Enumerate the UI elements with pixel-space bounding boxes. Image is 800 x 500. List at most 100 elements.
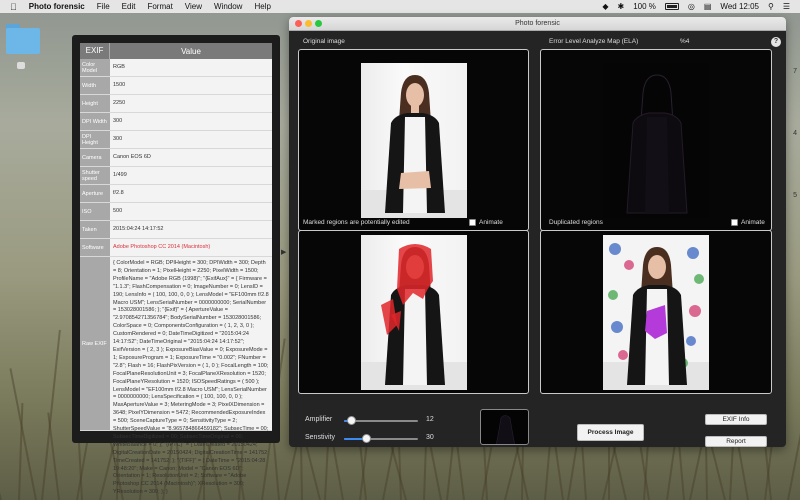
table-row[interactable]: Aperture f/2.8 (80, 185, 272, 203)
window-titlebar[interactable]: Photo forensic (289, 17, 786, 31)
bluetooth-icon[interactable]: ✱ (617, 2, 624, 11)
exif-drawer: EXIF Value Color Model RGB Width 1500 He… (72, 35, 280, 495)
table-row[interactable]: Width 1500 (80, 77, 272, 95)
sensitivity-value: 30 (426, 434, 434, 441)
original-image-label: Original image (303, 38, 345, 45)
value-column-header[interactable]: Value (110, 47, 272, 56)
wifi-icon[interactable]: ◎ (688, 2, 695, 11)
amplifier-slider-knob[interactable] (347, 416, 356, 425)
menu-window[interactable]: Window (214, 2, 242, 11)
exif-key: Aperture (80, 185, 110, 202)
ela-percent: %4 (680, 38, 690, 45)
dropbox-icon[interactable]: ◆ (602, 2, 608, 11)
apple-icon[interactable]:  (10, 2, 17, 12)
exif-info-button[interactable]: EXIF Info (705, 414, 767, 425)
duplicated-regions-label: Duplicated regions (549, 219, 603, 226)
exif-key: Software (80, 239, 110, 256)
exif-key: Raw EXIF (80, 257, 110, 430)
menu-file[interactable]: File (97, 2, 110, 11)
ela-photo (603, 62, 709, 218)
table-row[interactable]: Camera Canon EOS 6D (80, 149, 272, 167)
exif-value: 500 (110, 203, 272, 220)
offscreen-text-fragment: 4 (793, 130, 797, 137)
exif-value: 2015:04:24 14:17:52 (110, 221, 272, 238)
table-row[interactable]: DPI Width 300 (80, 113, 272, 131)
exif-value: 1/499 (110, 167, 272, 184)
menu-format[interactable]: Format (147, 2, 172, 11)
exif-value: 1500 (110, 77, 272, 94)
process-image-button[interactable]: Process Image (577, 424, 644, 441)
original-image-panel[interactable] (298, 49, 529, 231)
exif-key: DPI Height (80, 131, 110, 148)
duplicated-regions-panel[interactable] (540, 230, 772, 394)
exif-key: Color Model (80, 59, 110, 76)
table-row[interactable]: Height 2250 (80, 95, 272, 113)
menu-view[interactable]: View (185, 2, 202, 11)
exif-value: 300 (110, 131, 272, 148)
animate-marked-checkbox[interactable] (469, 219, 476, 226)
exif-key: ISO (80, 203, 110, 220)
ela-preview-thumbnail[interactable] (480, 409, 529, 445)
battery-icon[interactable] (664, 3, 679, 10)
input-source-icon[interactable]: ▤ (704, 2, 712, 11)
menu-help[interactable]: Help (254, 2, 270, 11)
sensitivity-label: Senstivity (305, 434, 335, 441)
menubar:  Photo forensic File Edit Format View W… (0, 0, 800, 13)
offscreen-text-fragment: 5 (793, 192, 797, 199)
notification-center-icon[interactable]: ☰ (783, 2, 790, 11)
ela-map-panel[interactable] (540, 49, 772, 231)
wallpaper-grass (0, 441, 2, 500)
photo-forensic-window: Photo forensic Original image Error Leve… (289, 17, 786, 447)
exif-value: Canon EOS 6D (110, 149, 272, 166)
close-icon[interactable] (295, 20, 302, 27)
exif-key: Taken (80, 221, 110, 238)
exif-value: Adobe Photoshop CC 2014 (Macintosh) (110, 239, 272, 256)
table-row[interactable]: DPI Height 300 (80, 131, 272, 149)
wallpaper-grass (787, 336, 800, 500)
marked-regions-label: Marked regions are potentially edited (303, 219, 410, 226)
zoom-icon[interactable] (315, 20, 322, 27)
minimize-icon[interactable] (305, 20, 312, 27)
raw-exif-value: { ColorModel = RGB; DPIHeight = 300; DPI… (110, 257, 272, 495)
menu-edit[interactable]: Edit (122, 2, 136, 11)
ela-label: Error Level Analyze Map (ELA) (549, 38, 639, 45)
table-row[interactable]: Taken 2015:04:24 14:17:52 (80, 221, 272, 239)
exif-table: EXIF Value Color Model RGB Width 1500 He… (80, 43, 272, 495)
sensitivity-slider-knob[interactable] (362, 434, 371, 443)
offscreen-text-fragment: 7 (793, 68, 797, 75)
table-row[interactable]: Raw EXIF { ColorModel = RGB; DPIHeight =… (80, 257, 272, 495)
animate-duplicated-label[interactable]: Animate (741, 219, 765, 226)
exif-column-header[interactable]: EXIF (80, 43, 110, 59)
exif-value: 300 (110, 113, 272, 130)
exif-key: DPI Width (80, 113, 110, 130)
report-button[interactable]: Report (705, 436, 767, 447)
clock[interactable]: Wed 12:05 (720, 2, 759, 11)
battery-percent[interactable]: 100 % (633, 2, 656, 11)
marked-regions-panel[interactable] (298, 230, 529, 394)
wallpaper-grass (9, 368, 37, 500)
table-row[interactable]: Color Model RGB (80, 59, 272, 77)
exif-key: Width (80, 77, 110, 94)
help-button[interactable]: ? (771, 37, 781, 47)
wallpaper-grass (47, 412, 60, 500)
exif-key: Camera (80, 149, 110, 166)
desktop-folder-label[interactable] (17, 62, 25, 69)
spotlight-icon[interactable]: ⚲ (768, 2, 774, 11)
desktop-folder-icon[interactable] (4, 22, 42, 56)
original-photo (360, 62, 467, 218)
animate-duplicated-checkbox[interactable] (731, 219, 738, 226)
exif-table-header: EXIF Value (80, 43, 272, 59)
window-title: Photo forensic (515, 20, 560, 27)
exif-value: 2250 (110, 95, 272, 112)
amplifier-value: 12 (426, 416, 434, 423)
marked-photo (360, 234, 467, 390)
animate-marked-label[interactable]: Animate (479, 219, 503, 226)
table-row[interactable]: ISO 500 (80, 203, 272, 221)
amplifier-label: Amplifier (305, 416, 333, 423)
exif-value: RGB (110, 59, 272, 76)
table-row[interactable]: Software Adobe Photoshop CC 2014 (Macint… (80, 239, 272, 257)
menu-app-name[interactable]: Photo forensic (29, 2, 85, 11)
drawer-arrow-icon[interactable]: ▶ (281, 248, 286, 256)
table-row[interactable]: Shutter speed 1/499 (80, 167, 272, 185)
exif-key: Shutter speed (80, 167, 110, 184)
